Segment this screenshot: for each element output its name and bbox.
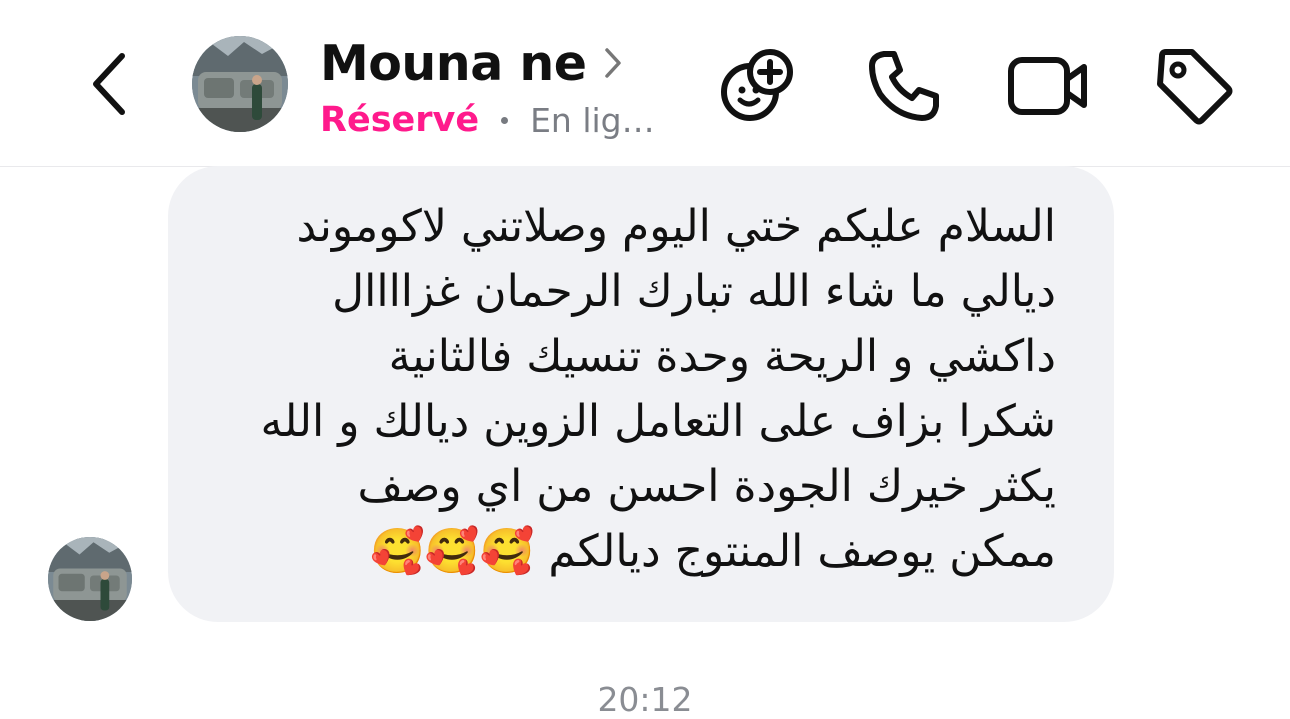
label-button[interactable] bbox=[1152, 44, 1236, 128]
add-people-button[interactable] bbox=[716, 44, 800, 128]
phone-icon bbox=[869, 51, 939, 121]
chevron-left-icon bbox=[93, 53, 125, 115]
sender-avatar[interactable] bbox=[48, 537, 132, 621]
message-line: شكرا بزاف على التعامل الزوين ديالك و الل… bbox=[260, 396, 1056, 447]
message-line: ممكن يوصف المنتوج ديالكم 🥰🥰🥰 bbox=[370, 526, 1056, 577]
message-line: يكثر خيرك الجودة احسن من اي وصف bbox=[357, 461, 1057, 512]
message-line: ديالي ما شاء الله تبارك الرحمان غزاااال bbox=[332, 266, 1056, 317]
tag-icon bbox=[1157, 49, 1233, 125]
separator-dot bbox=[501, 116, 509, 124]
video-call-button[interactable] bbox=[1006, 44, 1090, 128]
message-text: السلام عليكم ختي اليوم وصلاتني لاكوموند … bbox=[204, 194, 1056, 584]
contact-title[interactable]: Mouna ne bbox=[320, 30, 622, 96]
back-button[interactable] bbox=[78, 44, 138, 124]
video-camera-icon bbox=[1008, 57, 1087, 115]
contact-subtitle: Réservé En lig… bbox=[320, 96, 655, 144]
avatar-photo bbox=[192, 36, 288, 132]
add-people-icon bbox=[721, 49, 793, 121]
contact-name[interactable]: Mouna ne bbox=[320, 35, 587, 92]
conversation-header: Mouna ne Réservé En lig… bbox=[0, 0, 1290, 167]
message-line: داكشي و الريحة وحدة تنسيك فالثانية bbox=[388, 331, 1056, 382]
call-button[interactable] bbox=[862, 44, 946, 128]
message-timestamp: 20:12 bbox=[597, 680, 693, 719]
message-bubble[interactable]: السلام عليكم ختي اليوم وصلاتني لاكوموند … bbox=[168, 166, 1114, 622]
contact-avatar[interactable] bbox=[192, 36, 288, 132]
chevron-right-icon bbox=[604, 47, 622, 79]
message-line: السلام عليكم ختي اليوم وصلاتني لاكوموند bbox=[296, 201, 1057, 252]
presence-status: En lig… bbox=[530, 100, 655, 140]
status-label: Réservé bbox=[320, 100, 480, 140]
avatar-photo bbox=[48, 537, 132, 621]
